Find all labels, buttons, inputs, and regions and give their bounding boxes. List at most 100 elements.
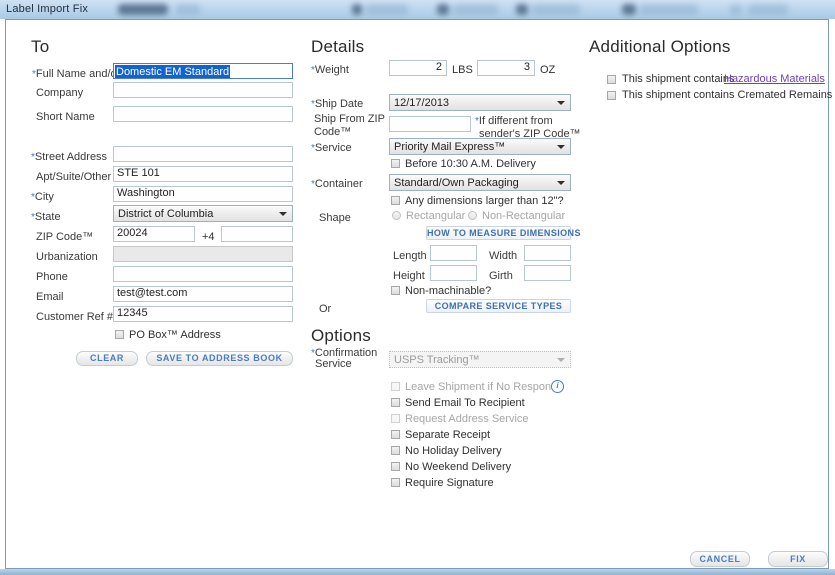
city-label: *City: [31, 191, 54, 203]
width-input[interactable]: [524, 245, 571, 261]
service-dropdown[interactable]: Priority Mail Express™: [389, 138, 571, 155]
email-input[interactable]: test@test.com: [113, 286, 293, 302]
titlebar-blurred-item-3: [352, 4, 362, 15]
company-label: Company: [36, 87, 84, 99]
short-name-input[interactable]: [113, 106, 293, 122]
clear-button[interactable]: CLEAR: [76, 351, 138, 366]
shape-non-rectangular-label: Non-Rectangular: [482, 210, 566, 222]
titlebar-blurred-item-8: [532, 4, 580, 15]
height-label: Height: [393, 270, 425, 282]
length-label: Length: [393, 250, 427, 262]
titlebar-blurred-item-12: [748, 4, 788, 15]
no-holiday-delivery-checkbox[interactable]: [391, 446, 400, 455]
confirmation-service-dropdown[interactable]: USPS Tracking™: [389, 351, 571, 368]
weight-lbs-unit: LBS: [452, 64, 473, 76]
ship-from-zip-input[interactable]: [389, 116, 471, 132]
additional-options-heading: Additional Options: [589, 37, 731, 56]
girth-input[interactable]: [524, 265, 571, 281]
urbanization-label: Urbanization: [36, 251, 98, 263]
ship-date-value: 12/17/2013: [394, 97, 450, 109]
window-title: Label Import Fix: [6, 3, 89, 15]
options-section-heading: Options: [311, 326, 371, 345]
company-input[interactable]: [113, 82, 293, 98]
or-label: Or: [319, 303, 332, 315]
separate-receipt-label: Separate Receipt: [405, 429, 490, 441]
form-panel: To *Full Name and/or Domestic EM Standar…: [5, 19, 833, 569]
chevron-down-icon: [557, 358, 565, 362]
full-name-label: *Full Name and/or: [32, 68, 121, 80]
before-1030-label: Before 10:30 A.M. Delivery: [405, 158, 536, 170]
chevron-down-icon: [557, 101, 565, 105]
full-name-selected-text: Domestic EM Standard: [115, 65, 231, 78]
leave-shipment-checkbox[interactable]: [391, 382, 400, 391]
state-selected-value: District of Columbia: [118, 208, 214, 220]
require-signature-checkbox[interactable]: [391, 478, 400, 487]
fix-button[interactable]: FIX: [768, 551, 828, 567]
po-box-label: PO Box™ Address: [129, 329, 221, 341]
height-input[interactable]: [430, 265, 477, 281]
shape-label: Shape: [319, 212, 351, 224]
service-label: *Service: [311, 142, 352, 154]
po-box-checkbox[interactable]: [115, 330, 124, 339]
street-address-input[interactable]: [113, 146, 293, 162]
window-bottom-strip: [0, 569, 835, 575]
email-label: Email: [36, 291, 64, 303]
hazardous-materials-label: This shipment contains: [622, 73, 735, 85]
container-dropdown[interactable]: Standard/Own Packaging: [389, 174, 571, 191]
send-email-checkbox[interactable]: [391, 398, 400, 407]
details-section-heading: Details: [311, 37, 365, 56]
hazardous-materials-checkbox[interactable]: [607, 75, 616, 84]
confirmation-service-label: *Confirmation Service: [311, 347, 378, 370]
send-email-label: Send Email To Recipient: [405, 397, 525, 409]
zip-plus4-input[interactable]: [221, 226, 293, 242]
titlebar-blurred-item-2: [176, 4, 200, 15]
state-dropdown[interactable]: District of Columbia: [113, 205, 293, 222]
girth-label: Girth: [489, 270, 513, 282]
hazardous-materials-link[interactable]: Hazardous Materials: [724, 73, 825, 85]
info-icon[interactable]: i: [551, 380, 564, 393]
customer-ref-label: Customer Ref #: [36, 311, 114, 323]
length-input[interactable]: [430, 245, 477, 261]
shape-non-rectangular-radio[interactable]: [468, 211, 477, 220]
cremated-remains-label: This shipment contains Cremated Remains: [622, 89, 833, 101]
window-titlebar: Label Import Fix: [0, 0, 835, 19]
phone-input[interactable]: [113, 266, 293, 282]
shape-rectangular-radio[interactable]: [392, 211, 401, 220]
state-label: *State: [31, 211, 61, 223]
before-1030-checkbox[interactable]: [391, 159, 400, 168]
non-machinable-checkbox[interactable]: [391, 286, 400, 295]
apt-suite-input[interactable]: STE 101: [113, 166, 293, 182]
weight-oz-input[interactable]: 3: [477, 60, 535, 76]
zip-code-input[interactable]: 20024: [113, 226, 195, 242]
no-weekend-delivery-label: No Weekend Delivery: [405, 461, 512, 473]
cremated-remains-checkbox[interactable]: [607, 91, 616, 100]
urbanization-input[interactable]: [113, 246, 293, 262]
zip-code-label: ZIP Code™: [36, 231, 94, 243]
how-to-measure-dimensions-button[interactable]: HOW TO MEASURE DIMENSIONS: [426, 226, 580, 240]
titlebar-blurred-item-5: [437, 4, 449, 15]
weight-lbs-input[interactable]: 2: [389, 60, 447, 76]
no-weekend-delivery-checkbox[interactable]: [391, 462, 400, 471]
titlebar-blurred-item-6: [453, 4, 498, 15]
titlebar-blurred-item-10: [640, 4, 698, 15]
ship-date-dropdown[interactable]: 12/17/2013: [389, 94, 571, 111]
titlebar-blurred-item-9: [622, 4, 636, 15]
save-to-address-book-button[interactable]: SAVE TO ADDRESS BOOK: [146, 351, 293, 366]
city-input[interactable]: Washington: [113, 186, 293, 202]
width-label: Width: [489, 250, 518, 262]
container-selected-value: Standard/Own Packaging: [394, 177, 519, 189]
require-signature-label: Require Signature: [405, 477, 494, 489]
chevron-down-icon: [557, 145, 565, 149]
non-machinable-label: Non-machinable?: [405, 285, 492, 297]
separate-receipt-checkbox[interactable]: [391, 430, 400, 439]
short-name-label: Short Name: [36, 111, 95, 123]
cancel-button[interactable]: CANCEL: [690, 551, 750, 567]
customer-ref-input[interactable]: 12345: [113, 306, 293, 322]
request-address-service-checkbox[interactable]: [391, 414, 400, 423]
phone-label: Phone: [36, 271, 68, 283]
compare-service-types-button[interactable]: COMPARE SERVICE TYPES: [426, 299, 571, 313]
full-name-input[interactable]: Domestic EM Standard: [113, 63, 293, 79]
label-import-fix-window: Label Import Fix To *Full Name and/or Do…: [0, 0, 835, 575]
titlebar-blurred-item-7: [516, 4, 528, 15]
dimensions-over-12-checkbox[interactable]: [391, 196, 400, 205]
